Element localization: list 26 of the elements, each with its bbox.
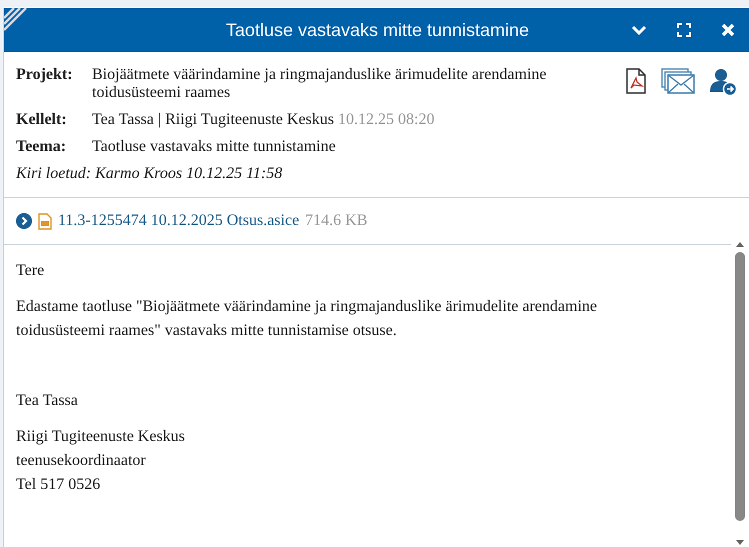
envelopes-icon[interactable] <box>661 68 695 94</box>
read-note: Kiri loetud: Karmo Kroos 10.12.25 11:58 <box>16 165 284 183</box>
file-size: 714.6 KB <box>305 212 368 230</box>
expand-icon[interactable] <box>16 213 32 229</box>
field-label: Projekt: <box>16 66 74 85</box>
body-text: teenusekoordinaator <box>16 451 147 471</box>
field-value: Taotluse vastavaks mitte tunnistamine <box>92 138 337 156</box>
window-title: Taotluse vastavaks mitte tunnistamine <box>224 20 530 40</box>
field-value: Biojäätmete väärindamine ja ringmajanduslike ärimudelite arendamine toidusüsteemi raames <box>92 66 548 102</box>
scroll-up-icon[interactable] <box>735 240 745 248</box>
fullscreen-icon[interactable] <box>677 23 691 37</box>
attachment-link[interactable]: 11.3-1255474 10.12.2025 Otsus.asice <box>58 212 300 230</box>
body-text: Edastame taotluse "Biojäätmete väärindamine ja ringmajanduslike ärimudelite arendamine toidusüsteemi raames" vastavaks mitte tunnistamise otsuse. <box>16 297 598 341</box>
field-value: Tea Tassa | Riigi Tugiteenuste Keskus 10.12.25 08:20 <box>92 111 436 129</box>
body-text: Tea Tassa <box>16 391 79 411</box>
field-label: Kellelt: <box>16 111 68 129</box>
body-text: Tel 517 0526 <box>16 475 102 495</box>
user-forward-icon[interactable] <box>709 68 737 96</box>
body-text: Riigi Tugiteenuste Keskus <box>16 427 186 447</box>
body-text: Tere <box>16 261 46 281</box>
scroll-down-icon[interactable] <box>735 539 745 547</box>
file-icon <box>38 212 52 230</box>
collapse-icon[interactable] <box>631 24 647 36</box>
pdf-icon[interactable] <box>625 68 647 94</box>
close-icon[interactable] <box>721 23 735 37</box>
field-label: Teema: <box>16 138 68 156</box>
